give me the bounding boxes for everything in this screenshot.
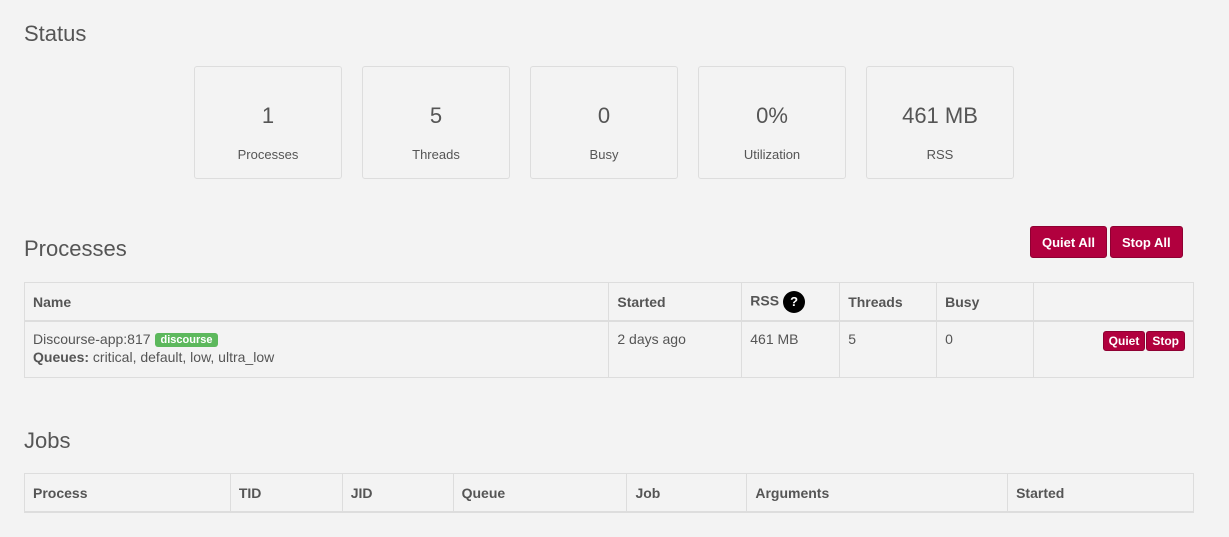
stat-value: 5 <box>429 103 443 128</box>
process-busy: 0 <box>936 320 1035 378</box>
stop-button[interactable]: Stop <box>1146 331 1185 351</box>
process-tag-badge: discourse <box>154 333 219 347</box>
stat-label: RSS <box>926 147 954 162</box>
processes-actions: Quiet All Stop All <box>1030 226 1183 258</box>
column-header-name: Name <box>23 282 610 322</box>
process-actions: Quiet Stop <box>1033 320 1194 378</box>
processes-table: Name Started RSS? Threads Busy Discourse… <box>23 282 1194 378</box>
column-header-job: Job <box>626 473 748 513</box>
column-header-actions <box>1033 282 1194 322</box>
column-header-started: Started <box>608 282 743 322</box>
processes-heading: Processes <box>24 236 127 261</box>
stat-label: Busy <box>589 147 619 162</box>
column-header-rss-label: RSS <box>750 292 780 309</box>
stat-value: 0% <box>756 103 788 128</box>
column-header-queue: Queue <box>452 473 628 513</box>
stop-all-button[interactable]: Stop All <box>1109 226 1183 258</box>
process-started: 2 days ago <box>608 320 743 378</box>
status-cards: 1 Processes 5 Threads 0 Busy 0% Utilizat… <box>194 66 1014 179</box>
help-icon[interactable]: ? <box>783 290 806 313</box>
stat-card-threads: 5 Threads <box>362 66 510 179</box>
stat-label: Utilization <box>743 147 801 162</box>
column-header-busy: Busy <box>936 282 1035 322</box>
jobs-heading: Jobs <box>24 428 71 453</box>
process-threads: 5 <box>839 320 938 378</box>
stat-card-processes: 1 Processes <box>194 66 342 179</box>
stat-label: Threads <box>412 147 460 162</box>
stat-value: 1 <box>261 103 275 128</box>
column-header-started: Started <box>1007 473 1194 513</box>
status-heading: Status <box>24 21 87 46</box>
stat-card-rss: 461 MB RSS <box>866 66 1014 179</box>
queues-label: Queues: <box>33 349 90 365</box>
stat-card-utilization: 0% Utilization <box>698 66 846 179</box>
queues-value: critical, default, low, ultra_low <box>92 349 275 365</box>
column-header-process: Process <box>24 473 231 513</box>
quiet-button[interactable]: Quiet <box>1102 331 1146 351</box>
column-header-arguments: Arguments <box>746 473 1009 513</box>
process-name-cell: Discourse-app:817 discourse Queues: criti… <box>23 320 610 378</box>
column-header-threads: Threads <box>839 282 938 322</box>
table-row: Discourse-app:817 discourse Queues: criti… <box>23 320 1194 378</box>
quiet-all-button[interactable]: Quiet All <box>1030 226 1107 258</box>
table-header-row: Name Started RSS? Threads Busy <box>23 282 1194 322</box>
table-header-row: Process TID JID Queue Job Arguments Star… <box>24 473 1194 513</box>
process-rss: 461 MB <box>741 320 841 378</box>
stat-value: 0 <box>597 103 611 128</box>
process-name: Discourse-app:817 <box>33 331 151 347</box>
stat-value: 461 MB <box>902 103 978 128</box>
jobs-table: Process TID JID Queue Job Arguments Star… <box>24 473 1194 513</box>
column-header-rss: RSS? <box>741 282 841 322</box>
column-header-jid: JID <box>341 473 454 513</box>
column-header-tid: TID <box>229 473 343 513</box>
stat-label: Processes <box>237 147 299 162</box>
stat-card-busy: 0 Busy <box>530 66 678 179</box>
